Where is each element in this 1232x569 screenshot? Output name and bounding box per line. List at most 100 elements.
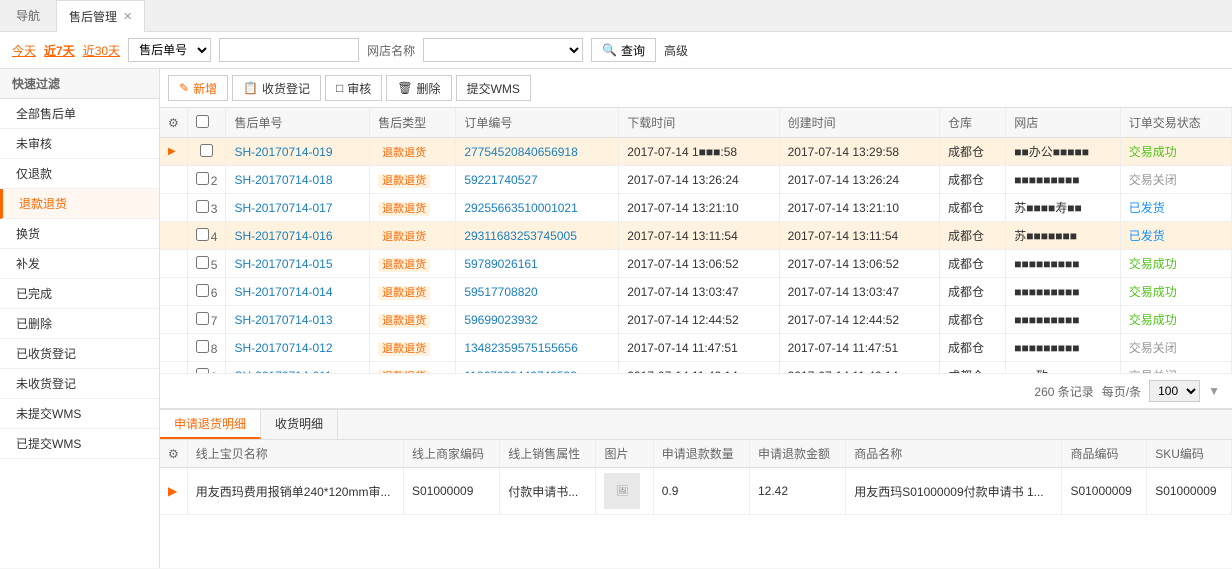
sidebar-item-8[interactable]: 已收货登记: [0, 339, 159, 369]
row-arrow: [160, 250, 187, 278]
row-arrow: [160, 222, 187, 250]
table-row[interactable]: 4SH-20170714-016退款退货29311683253745005201…: [160, 222, 1232, 250]
submit-wms-btn[interactable]: 提交WMS: [456, 75, 531, 101]
col-header-7: 仓库: [940, 108, 1006, 138]
review-btn[interactable]: □ 审核: [325, 75, 382, 101]
sidebar-item-7[interactable]: 已删除: [0, 309, 159, 339]
query-btn[interactable]: 🔍 查询: [591, 38, 656, 62]
sidebar-item-1[interactable]: 未审核: [0, 129, 159, 159]
product-thumbnail: 🖼: [604, 473, 640, 509]
row-warehouse: 成都仓: [940, 222, 1006, 250]
row-checkbox[interactable]: [196, 340, 209, 353]
row-checkbox[interactable]: [196, 200, 209, 213]
row-order-id[interactable]: 29311683253745005: [456, 222, 619, 250]
row-checkbox[interactable]: [196, 256, 209, 269]
row-checkbox[interactable]: [200, 144, 213, 157]
shop-label: 网店名称: [367, 42, 415, 59]
row-order-id[interactable]: 11867039442742533: [456, 362, 619, 374]
table-row[interactable]: 8SH-20170714-012退款退货13482359575155656201…: [160, 334, 1232, 362]
row-id[interactable]: SH-20170714-019: [226, 138, 370, 166]
sidebar-item-3[interactable]: 退款退货: [0, 189, 159, 219]
sidebar-item-10[interactable]: 未提交WMS: [0, 399, 159, 429]
row-warehouse: 成都仓: [940, 138, 1006, 166]
delete-btn[interactable]: 🗑 删除: [386, 75, 451, 101]
row-checkbox[interactable]: [196, 284, 209, 297]
new-btn[interactable]: ✎ 新增: [168, 75, 228, 101]
row-download-time: 2017-07-14 13:21:10: [619, 194, 779, 222]
receive-btn[interactable]: 📋 收货登记: [232, 75, 321, 101]
select-all-checkbox[interactable]: [196, 115, 209, 128]
row-checkbox[interactable]: [196, 312, 209, 325]
row-order-id[interactable]: 27754520840656918: [456, 138, 619, 166]
bottom-row-product-name: 用友西玛S01000009付款申请书 1...: [846, 468, 1062, 515]
row-id[interactable]: SH-20170714-013: [226, 306, 370, 334]
table-row[interactable]: 5SH-20170714-015退款退货597890261612017-07-1…: [160, 250, 1232, 278]
sidebar-item-11[interactable]: 已提交WMS: [0, 429, 159, 459]
tab-close-icon[interactable]: ✕: [123, 10, 132, 23]
shop-select[interactable]: [423, 38, 583, 62]
sidebar: 快速过滤 全部售后单未审核仅退款退款退货换货补发已完成已删除已收货登记未收货登记…: [0, 69, 160, 568]
row-id[interactable]: SH-20170714-017: [226, 194, 370, 222]
table-row[interactable]: 7SH-20170714-013退款退货596990239322017-07-1…: [160, 306, 1232, 334]
bottom-col-4: 图片: [596, 440, 653, 468]
table-row[interactable]: 3SH-20170714-017退款退货29255663510001021201…: [160, 194, 1232, 222]
sidebar-item-5[interactable]: 补发: [0, 249, 159, 279]
tab-receive-detail[interactable]: 收货明细: [261, 410, 338, 439]
date-30days-btn[interactable]: 近30天: [83, 42, 120, 59]
per-page-select[interactable]: 100: [1149, 380, 1200, 402]
row-warehouse: 成都仓: [940, 306, 1006, 334]
sidebar-item-6[interactable]: 已完成: [0, 279, 159, 309]
bottom-table-row[interactable]: ▶用友西玛费用报销单240*120mm审...S01000009付款申请书...…: [160, 468, 1232, 515]
row-create-time: 2017-07-14 11:46:14: [779, 362, 939, 374]
bottom-row-arrow: ▶: [160, 468, 187, 515]
bottom-col-1: 线上宝贝名称: [187, 440, 403, 468]
active-tab[interactable]: 售后管理 ✕: [56, 0, 145, 32]
sidebar-item-4[interactable]: 换货: [0, 219, 159, 249]
row-order-id[interactable]: 59517708820: [456, 278, 619, 306]
table-row[interactable]: 2SH-20170714-018退款退货592217405272017-07-1…: [160, 166, 1232, 194]
row-shop: ■■■■■■■■■: [1006, 250, 1121, 278]
row-id[interactable]: SH-20170714-012: [226, 334, 370, 362]
row-id[interactable]: SH-20170714-016: [226, 222, 370, 250]
row-order-id[interactable]: 59221740527: [456, 166, 619, 194]
row-id[interactable]: SH-20170714-015: [226, 250, 370, 278]
sidebar-item-0[interactable]: 全部售后单: [0, 99, 159, 129]
date-today-btn[interactable]: 今天: [12, 42, 36, 59]
table-row[interactable]: 9SH-20170714-011退款退货11867039442742533201…: [160, 362, 1232, 374]
row-type: 退款退货: [370, 250, 456, 278]
row-type: 退款退货: [370, 278, 456, 306]
settings-icon[interactable]: ⚙: [160, 108, 187, 138]
date-7days-btn[interactable]: 近7天: [44, 42, 75, 59]
row-id[interactable]: SH-20170714-011: [226, 362, 370, 374]
col-header-9: 订单交易状态: [1120, 108, 1231, 138]
main-table: ⚙售后单号售后类型订单编号下载时间创建时间仓库网店订单交易状态 ▶SH-2017…: [160, 108, 1232, 373]
row-create-time: 2017-07-14 13:03:47: [779, 278, 939, 306]
sidebar-item-9[interactable]: 未收货登记: [0, 369, 159, 399]
pagination-bar: 260 条记录 每页/条 100 ▼: [160, 373, 1232, 408]
row-id[interactable]: SH-20170714-014: [226, 278, 370, 306]
row-warehouse: 成都仓: [940, 334, 1006, 362]
tab-refund-detail[interactable]: 申请退货明细: [160, 410, 261, 439]
order-id-input[interactable]: [219, 38, 359, 62]
table-row[interactable]: ▶SH-20170714-019退款退货27754520840656918201…: [160, 138, 1232, 166]
sidebar-item-2[interactable]: 仅退款: [0, 159, 159, 189]
row-checkbox[interactable]: [196, 228, 209, 241]
row-arrow: [160, 278, 187, 306]
table-row[interactable]: 6SH-20170714-014退款退货595177088202017-07-1…: [160, 278, 1232, 306]
advanced-btn[interactable]: 高级: [664, 42, 688, 59]
bottom-settings-icon[interactable]: ⚙: [160, 440, 187, 468]
row-checkbox[interactable]: [196, 172, 209, 185]
row-order-id[interactable]: 29255663510001021: [456, 194, 619, 222]
receive-icon: 📋: [243, 81, 258, 95]
row-arrow: [160, 334, 187, 362]
row-download-time: 2017-07-14 11:46:14: [619, 362, 779, 374]
order-type-select[interactable]: 售后单号: [128, 38, 211, 62]
row-order-id[interactable]: 59699023932: [456, 306, 619, 334]
col-header-6: 创建时间: [779, 108, 939, 138]
row-shop: 苏■■■■■■■: [1006, 222, 1121, 250]
col-header-8: 网店: [1006, 108, 1121, 138]
bottom-tabs: 申请退货明细 收货明细: [160, 410, 1232, 440]
row-order-id[interactable]: 59789026161: [456, 250, 619, 278]
row-order-id[interactable]: 13482359575155656: [456, 334, 619, 362]
row-id[interactable]: SH-20170714-018: [226, 166, 370, 194]
